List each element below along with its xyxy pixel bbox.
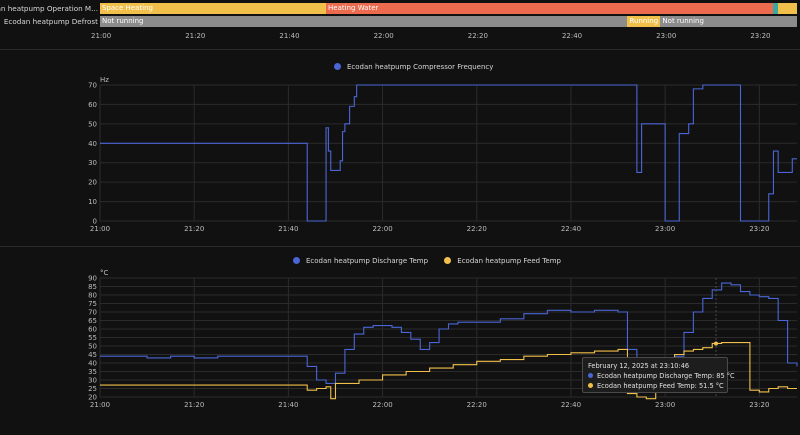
time-tick-label: 22:40 <box>561 32 583 40</box>
series-line <box>100 84 797 222</box>
timeline-segment[interactable]: Heating Water <box>326 3 774 14</box>
x-tick-label: 23:20 <box>749 401 769 409</box>
y-tick-label: 50 <box>88 343 97 351</box>
legend-item-feed[interactable]: Ecodan heatpump Feed Temp <box>444 257 561 265</box>
tooltip-text-feed: Ecodan heatpump Feed Temp: 51.5 °C <box>597 382 724 390</box>
timeline-operation-mode: Ecodan heatpump Operation M... Space Hea… <box>0 3 800 14</box>
timeline-bar-defrost[interactable]: Not running Running Not running <box>100 16 797 27</box>
y-axis-unit-label: Hz <box>100 76 109 84</box>
x-tick-label: 21:00 <box>90 225 110 233</box>
compressor-legend[interactable]: Ecodan heatpump Compressor Frequency <box>334 63 507 71</box>
x-tick-label: 22:00 <box>372 225 392 233</box>
legend-item-compressor[interactable]: Ecodan heatpump Compressor Frequency <box>334 63 493 71</box>
time-tick-label: 23:00 <box>656 32 677 40</box>
x-tick-label: 22:40 <box>561 401 581 409</box>
time-tick-label: 21:00 <box>91 32 112 40</box>
y-tick-label: 30 <box>88 159 97 167</box>
y-tick-label: 70 <box>88 309 97 317</box>
tooltip-dot-icon <box>588 373 593 378</box>
y-tick-label: 10 <box>88 198 97 206</box>
y-tick-label: 45 <box>88 351 97 359</box>
y-tick-label: 70 <box>88 82 97 90</box>
time-tick-label: 22:20 <box>467 32 488 40</box>
timeline-segment[interactable]: Space Heating <box>100 3 327 14</box>
x-tick-label: 21:40 <box>278 401 298 409</box>
x-tick-label: 21:20 <box>184 225 204 233</box>
y-tick-label: 25 <box>88 385 97 393</box>
y-tick-label: 55 <box>88 334 97 342</box>
y-tick-label: 75 <box>88 300 97 308</box>
time-tick-label: 21:20 <box>185 32 206 40</box>
timeline-segment[interactable]: Running <box>627 16 661 27</box>
y-tick-label: 90 <box>88 275 97 283</box>
timeline-defrost: Ecodan heatpump Defrost Not running Runni… <box>0 16 800 27</box>
y-tick-label: 40 <box>88 140 97 148</box>
temperature-chart[interactable]: °C20253035404550556065707580859021:00 21:… <box>0 268 800 433</box>
temperature-legend[interactable]: Ecodan heatpump Discharge Temp Ecodan he… <box>293 257 575 265</box>
x-tick-label: 23:00 <box>655 401 675 409</box>
y-tick-label: 60 <box>88 326 97 334</box>
x-tick-label: 22:20 <box>467 225 487 233</box>
legend-label-discharge: Ecodan heatpump Discharge Temp <box>306 257 429 265</box>
timeline-segment[interactable] <box>778 3 797 14</box>
tooltip-title: February 12, 2025 at 23:10:46 <box>588 362 690 370</box>
tooltip-row-discharge: Ecodan heatpump Discharge Temp: 85 °C <box>588 371 735 381</box>
timeline-segment[interactable]: Not running <box>660 16 797 27</box>
x-tick-label: 21:40 <box>278 225 298 233</box>
x-tick-label: 23:20 <box>749 225 769 233</box>
y-tick-label: 40 <box>88 360 97 368</box>
tooltip-row-feed: Ecodan heatpump Feed Temp: 51.5 °C <box>588 381 724 391</box>
x-tick-label: 22:40 <box>561 225 581 233</box>
x-tick-label: 21:00 <box>90 401 110 409</box>
hover-point <box>713 341 718 346</box>
tooltip-dot-icon <box>588 383 593 388</box>
timeline-bar-operation-mode[interactable]: Space Heating Heating Water <box>100 3 797 14</box>
time-tick-label: 23:20 <box>750 32 771 40</box>
x-tick-label: 22:20 <box>467 401 487 409</box>
x-tick-label: 21:20 <box>184 401 204 409</box>
legend-item-discharge[interactable]: Ecodan heatpump Discharge Temp <box>293 257 428 265</box>
legend-dot-icon <box>444 257 452 264</box>
y-tick-label: 85 <box>88 283 97 291</box>
y-axis-unit-label: °C <box>100 269 109 277</box>
timeline-segment[interactable]: Not running <box>100 16 628 27</box>
chart-tooltip: February 12, 2025 at 23:10:46 Ecodan hea… <box>582 357 735 393</box>
legend-dot-icon <box>293 257 300 264</box>
legend-dot-icon <box>334 63 341 70</box>
time-tick-label: 21:40 <box>279 32 300 40</box>
timeline-label-operation-mode: Ecodan heatpump Operation M... <box>0 4 98 13</box>
y-tick-label: 60 <box>88 101 97 109</box>
x-tick-label: 23:00 <box>655 225 675 233</box>
y-tick-label: 80 <box>88 292 97 300</box>
timeline-label-defrost: Ecodan heatpump Defrost <box>3 17 98 26</box>
legend-label-compressor: Ecodan heatpump Compressor Frequency <box>347 63 494 71</box>
tooltip-text-discharge: Ecodan heatpump Discharge Temp: 85 °C <box>597 372 735 380</box>
legend-label-feed: Ecodan heatpump Feed Temp <box>457 257 561 265</box>
y-tick-label: 20 <box>88 179 97 187</box>
y-tick-label: 65 <box>88 317 97 325</box>
section-divider <box>0 246 800 247</box>
time-tick-label: 22:00 <box>373 32 394 40</box>
compressor-frequency-chart[interactable]: Hz01020304050607021:00 21:20 21:40 22:00 22:… <box>0 75 800 235</box>
x-tick-label: 22:00 <box>372 401 392 409</box>
y-tick-label: 50 <box>88 120 97 128</box>
section-divider <box>0 49 800 50</box>
y-tick-label: 30 <box>88 377 97 385</box>
y-tick-label: 35 <box>88 368 97 376</box>
